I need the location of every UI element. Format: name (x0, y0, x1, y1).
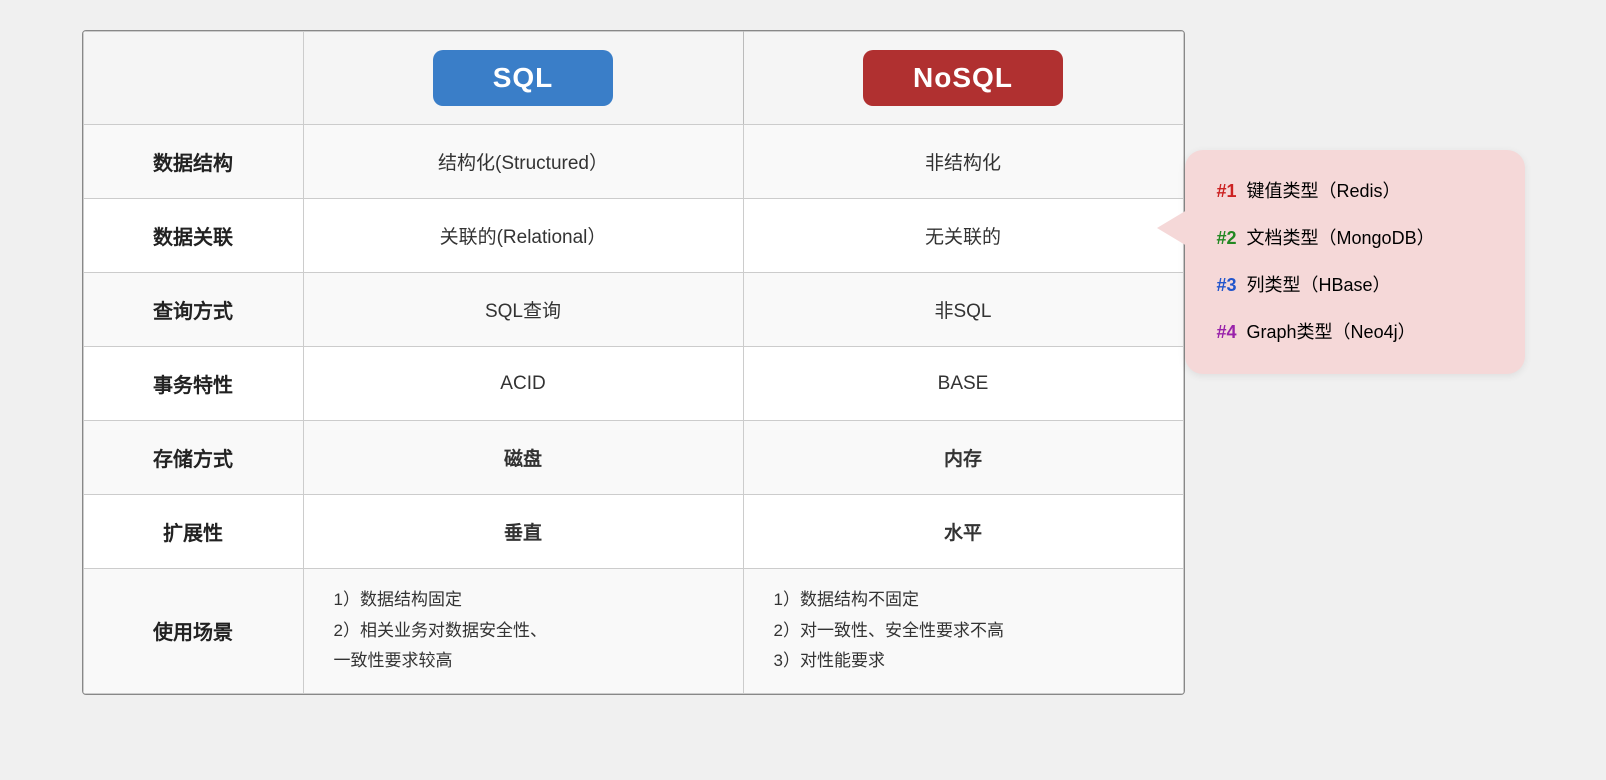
page-wrapper: SQL NoSQL 数据结构 结构化(Structured） 非结构化 数据关联… (0, 0, 1606, 780)
table-row: 数据结构 结构化(Structured） 非结构化 (83, 125, 1183, 199)
row-nosql-3: BASE (743, 347, 1183, 421)
callout-num-1: #2 (1217, 228, 1237, 248)
row-label-1: 数据关联 (83, 199, 303, 273)
row-label-4: 存储方式 (83, 421, 303, 495)
sql-badge: SQL (433, 50, 614, 106)
use-case-row: 使用场景 1）数据结构固定2）相关业务对数据安全性、一致性要求较高 1）数据结构… (83, 569, 1183, 694)
table-row: 数据关联 关联的(Relational） 无关联的 (83, 199, 1183, 273)
callout-num-2: #3 (1217, 275, 1237, 295)
row-label-2: 查询方式 (83, 273, 303, 347)
row-label-5: 扩展性 (83, 495, 303, 569)
callout-num-3: #4 (1217, 322, 1237, 342)
row-sql-0: 结构化(Structured） (303, 125, 743, 199)
row-label-3: 事务特性 (83, 347, 303, 421)
callout-item-1: #2 文档类型（MongoDB） (1217, 225, 1493, 252)
callout-item-3: #4 Graph类型（Neo4j） (1217, 319, 1493, 346)
callout-item-2: #3 列类型（HBase） (1217, 272, 1493, 299)
callout-num-0: #1 (1217, 181, 1237, 201)
row-nosql-2: 非SQL (743, 273, 1183, 347)
row-sql-3: ACID (303, 347, 743, 421)
table-row: 查询方式 SQL查询 非SQL (83, 273, 1183, 347)
callout-bubble: #1 键值类型（Redis） #2 文档类型（MongoDB） #3 列类型（HBa… (1185, 150, 1525, 374)
row-sql-1: 关联的(Relational） (303, 199, 743, 273)
row-nosql-5: 水平 (743, 495, 1183, 569)
comparison-table-container: SQL NoSQL 数据结构 结构化(Structured） 非结构化 数据关联… (82, 30, 1185, 695)
row-sql-5: 垂直 (303, 495, 743, 569)
header-empty-cell (83, 32, 303, 125)
header-sql-cell: SQL (303, 32, 743, 125)
use-case-label: 使用场景 (83, 569, 303, 694)
header-nosql-cell: NoSQL (743, 32, 1183, 125)
row-nosql-4: 内存 (743, 421, 1183, 495)
row-sql-2: SQL查询 (303, 273, 743, 347)
table-row: 事务特性 ACID BASE (83, 347, 1183, 421)
nosql-badge: NoSQL (863, 50, 1063, 106)
table-row: 存储方式 磁盘 内存 (83, 421, 1183, 495)
use-case-sql: 1）数据结构固定2）相关业务对数据安全性、一致性要求较高 (303, 569, 743, 694)
table-row: 扩展性 垂直 水平 (83, 495, 1183, 569)
callout-item-0: #1 键值类型（Redis） (1217, 178, 1493, 205)
use-case-nosql: 1）数据结构不固定2）对一致性、安全性要求不高3）对性能要求 (743, 569, 1183, 694)
row-label-0: 数据结构 (83, 125, 303, 199)
comparison-table: SQL NoSQL 数据结构 结构化(Structured） 非结构化 数据关联… (83, 31, 1184, 694)
row-nosql-1: 无关联的 (743, 199, 1183, 273)
callout-wrapper: #1 键值类型（Redis） #2 文档类型（MongoDB） #3 列类型（HBa… (1185, 150, 1525, 374)
row-sql-4: 磁盘 (303, 421, 743, 495)
row-nosql-0: 非结构化 (743, 125, 1183, 199)
